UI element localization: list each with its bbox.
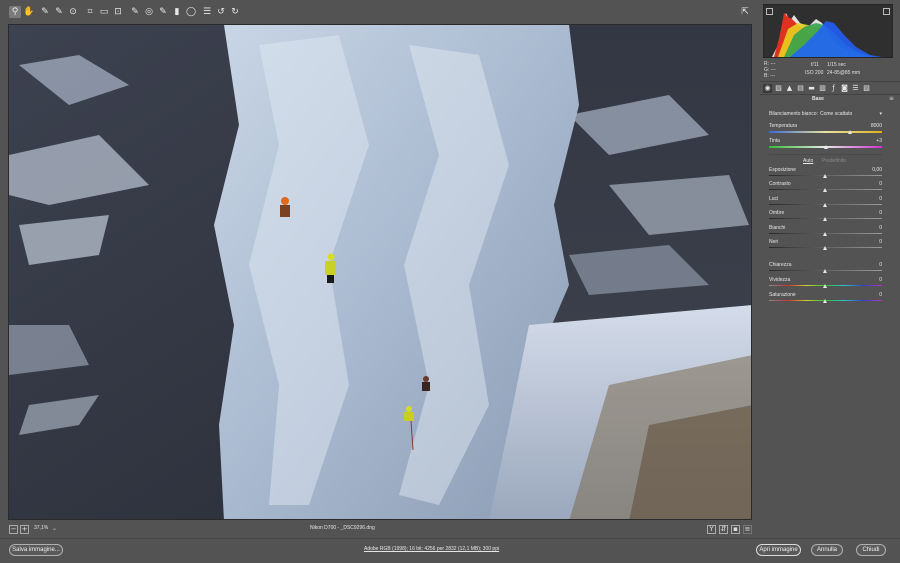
tint-slider-handle[interactable] <box>824 145 829 149</box>
shadows-slider-handle[interactable] <box>823 217 827 221</box>
panel-tabs: ◉ ▨ ▲ ▤ ▬ ▥ ƒ ◙ ☰ ▧ <box>763 84 897 94</box>
histogram-graph <box>772 13 882 57</box>
cancel-button[interactable]: Annulla <box>811 544 843 556</box>
zoom-tool-icon[interactable]: ⚲ <box>9 6 21 18</box>
white-balance-label: Bilanciamento bianco: <box>769 111 818 117</box>
straighten-tool-icon[interactable]: ▭ <box>98 6 110 18</box>
split-toning-tab-icon[interactable]: ▬ <box>807 84 816 93</box>
bottom-bar: Salva immagine... Adobe RGB (1998); 16 b… <box>0 538 900 563</box>
swap-view-icon[interactable]: ⇵ <box>719 525 728 534</box>
highlights-slider-handle[interactable] <box>823 203 827 207</box>
clarity-slider-handle[interactable] <box>823 269 827 273</box>
basic-tab-icon[interactable]: ◉ <box>763 84 772 93</box>
vibrance-value[interactable]: 0 <box>858 277 882 283</box>
zoom-in-button[interactable]: + <box>20 525 29 534</box>
targeted-adjustment-tool-icon[interactable]: ⊙ <box>67 6 79 18</box>
highlights-value[interactable]: 0 <box>858 196 882 202</box>
clarity-value[interactable]: 0 <box>858 262 882 268</box>
presets-tab-icon[interactable]: ☰ <box>851 84 860 93</box>
spot-removal-tool-icon[interactable]: ✎ <box>129 6 141 18</box>
contrast-slider-handle[interactable] <box>823 188 827 192</box>
file-name: Nikon D700 - _DSC9296.dng <box>310 525 375 531</box>
transform-tool-icon[interactable]: ⊡ <box>112 6 124 18</box>
hsl-tab-icon[interactable]: ▤ <box>796 84 805 93</box>
aperture: f/11 <box>811 62 819 68</box>
blacks-label: Neri <box>769 239 779 245</box>
default-link[interactable]: Predefinito <box>822 158 846 164</box>
zoom-out-button[interactable]: − <box>9 525 18 534</box>
shadows-label: Ombre <box>769 210 785 216</box>
saturation-value[interactable]: 0 <box>858 292 882 298</box>
compare-view-icon[interactable]: Y <box>707 525 716 534</box>
zoom-level[interactable]: 37,1% <box>34 525 48 531</box>
histogram <box>763 4 893 58</box>
effects-tab-icon[interactable]: ƒ <box>829 84 838 93</box>
auto-link[interactable]: Auto <box>803 158 813 164</box>
whites-value[interactable]: 0 <box>858 225 882 231</box>
camera-calibration-tab-icon[interactable]: ◙ <box>840 84 849 93</box>
preview-toggle-icon[interactable]: ≡ <box>743 525 752 534</box>
fullscreen-icon[interactable]: ⇱ <box>739 6 751 18</box>
whites-slider-handle[interactable] <box>823 232 827 236</box>
zoom-dropdown-icon[interactable]: ⌄ <box>52 525 57 532</box>
b-label: B: <box>764 73 769 79</box>
saturation-slider-handle[interactable] <box>823 299 827 303</box>
whites-label: Bianchi <box>769 225 786 231</box>
copy-settings-icon[interactable]: ▪ <box>731 525 740 534</box>
temperature-value[interactable]: 8000 <box>858 123 882 129</box>
tint-label: Tinta <box>769 138 780 144</box>
highlights-label: Luci <box>769 196 779 202</box>
contrast-label: Contrasto <box>769 181 791 187</box>
crop-tool-icon[interactable]: ⌗ <box>84 6 96 18</box>
tint-value[interactable]: +3 <box>858 138 882 144</box>
clarity-label: Chiarezza <box>769 262 792 268</box>
white-balance-tool-icon[interactable]: ✎ <box>39 6 51 18</box>
temperature-track[interactable] <box>769 131 882 133</box>
saturation-label: Saturazione <box>769 292 796 298</box>
blacks-slider-handle[interactable] <box>823 246 827 250</box>
done-button[interactable]: Chiudi <box>856 544 886 556</box>
exposure-slider-handle[interactable] <box>823 174 827 178</box>
shadows-value[interactable]: 0 <box>858 210 882 216</box>
snapshots-tab-icon[interactable]: ▧ <box>862 84 871 93</box>
contrast-value[interactable]: 0 <box>858 181 882 187</box>
vibrance-label: Vividezza <box>769 277 791 283</box>
save-image-button[interactable]: Salva immagine... <box>9 544 63 556</box>
exposure-label: Esposizione <box>769 167 796 173</box>
color-sampler-tool-icon[interactable]: ✎ <box>53 6 65 18</box>
panel-menu-icon[interactable]: ≡ <box>889 95 894 102</box>
exposure-value[interactable]: 0,00 <box>858 167 882 173</box>
lens: 24-85@85 mm <box>827 70 861 76</box>
radial-filter-tool-icon[interactable]: ◯ <box>185 6 197 18</box>
temperature-slider-handle[interactable] <box>847 130 852 134</box>
status-bar: − + 37,1% ⌄ Nikon D700 - _DSC9296.dng Y … <box>0 520 760 538</box>
iso: ISO 200 <box>805 70 824 76</box>
red-eye-tool-icon[interactable]: ◎ <box>143 6 155 18</box>
lens-corrections-tab-icon[interactable]: ▥ <box>818 84 827 93</box>
preferences-tool-icon[interactable]: ☰ <box>201 6 213 18</box>
right-panel: R: --- G: --- B: --- f/11 1/15 sec ISO 2… <box>760 0 900 538</box>
adjustment-brush-tool-icon[interactable]: ✎ <box>157 6 169 18</box>
workflow-options-link[interactable]: Adobe RGB (1998); 16 bit; 4256 per 2832 … <box>364 546 499 552</box>
detail-tab-icon[interactable]: ▲ <box>785 84 794 93</box>
open-image-button[interactable]: Apri immagine <box>756 544 801 556</box>
temperature-label: Temperatura <box>769 123 798 129</box>
chevron-down-icon: ▾ <box>879 111 882 117</box>
white-balance-dropdown[interactable]: Come scattato ▾ <box>820 110 882 118</box>
photo-preview <box>9 25 751 519</box>
rotate-right-icon[interactable]: ↻ <box>229 6 241 18</box>
tone-curve-tab-icon[interactable]: ▨ <box>774 84 783 93</box>
shutter-speed: 1/15 sec <box>827 62 846 68</box>
white-balance-value: Come scattato <box>820 111 853 117</box>
hand-tool-icon[interactable]: ✋ <box>23 6 35 18</box>
blacks-value[interactable]: 0 <box>858 239 882 245</box>
image-preview[interactable] <box>8 24 752 520</box>
section-title: Base <box>812 96 824 102</box>
graduated-filter-tool-icon[interactable]: ▮ <box>171 6 183 18</box>
rotate-left-icon[interactable]: ↺ <box>215 6 227 18</box>
vibrance-slider-handle[interactable] <box>823 284 827 288</box>
b-value: --- <box>770 73 776 79</box>
